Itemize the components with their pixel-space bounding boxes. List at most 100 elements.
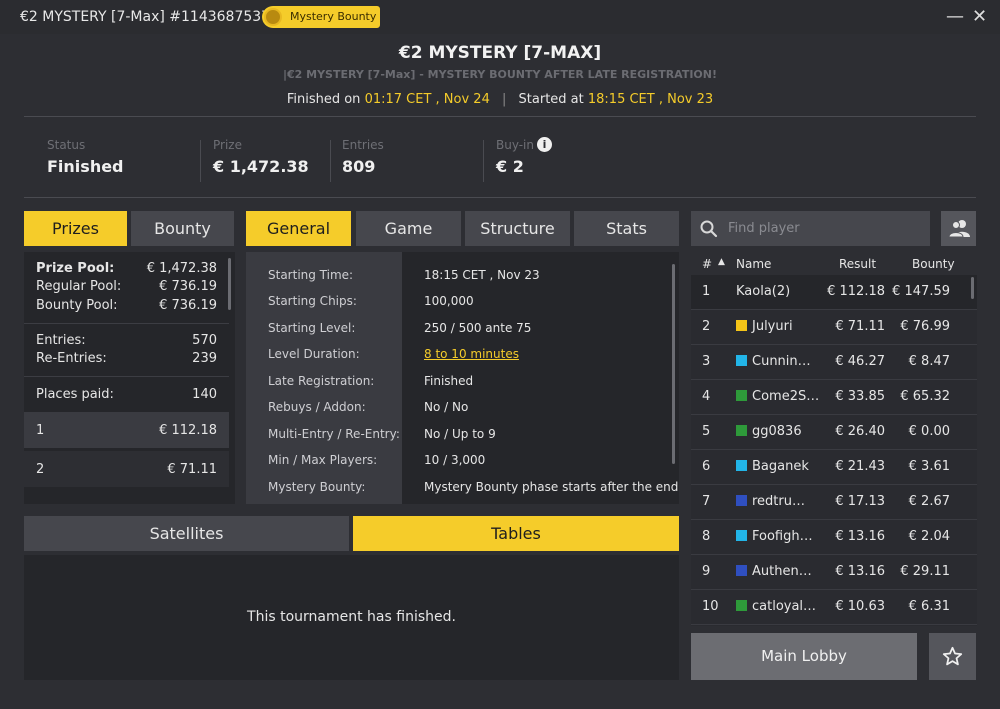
main-lobby-button[interactable]: Main Lobby	[691, 633, 917, 680]
find-player-search[interactable]: Find player	[691, 211, 930, 246]
started-value: 18:15 CET , Nov 23	[587, 92, 714, 107]
player-rank: 3	[702, 354, 711, 369]
divider	[24, 323, 229, 324]
tables-panel: This tournament has finished.	[24, 555, 679, 680]
player-name: redtru…	[752, 494, 805, 509]
places-paid-row: Places paid: 140	[36, 387, 217, 402]
general-label: Min / Max Players:	[268, 453, 378, 467]
player-row[interactable]: 4 Come2S… € 33.85 € 65.32	[691, 380, 977, 415]
player-row[interactable]: 1 Kaola(2) € 112.18 € 147.59	[691, 275, 977, 310]
tab-tables[interactable]: Tables	[353, 516, 679, 551]
player-rank: 9	[702, 564, 711, 579]
bounty-pool-label: Bounty Pool:	[36, 298, 118, 313]
places-paid-label: Places paid:	[36, 387, 114, 402]
entries-value: 809	[342, 157, 376, 176]
search-icon	[700, 220, 718, 238]
general-value: 10 / 3,000	[424, 453, 486, 467]
reentries-label: Re-Entries:	[36, 351, 107, 366]
sort-asc-icon[interactable]: ▲	[718, 257, 725, 267]
favorite-button[interactable]	[929, 633, 976, 680]
result-header[interactable]: Result	[839, 257, 876, 271]
tab-prizes[interactable]: Prizes	[24, 211, 127, 246]
tab-game[interactable]: Game	[356, 211, 461, 246]
info-icon[interactable]: i	[537, 137, 552, 152]
player-bounty: € 29.11	[900, 564, 950, 579]
prize-pool-row: Prize Pool: € 1,472.38	[36, 261, 217, 276]
bounty-header[interactable]: Bounty	[912, 257, 955, 271]
general-label: Starting Level:	[268, 321, 356, 335]
close-button[interactable]: ✕	[972, 6, 987, 27]
player-row[interactable]: 2 Julyuri € 71.11 € 76.99	[691, 310, 977, 345]
finished-message: This tournament has finished.	[247, 609, 456, 625]
dates-separator: |	[502, 92, 507, 107]
player-name: Kaola(2)	[736, 284, 791, 299]
stat-divider	[330, 140, 331, 182]
tab-bounty[interactable]: Bounty	[131, 211, 234, 246]
player-bounty: € 65.32	[900, 389, 950, 404]
player-color-tag	[736, 355, 747, 366]
player-row[interactable]: 3 Cunnin… € 46.27 € 8.47	[691, 345, 977, 380]
players-button[interactable]	[941, 211, 976, 246]
general-scrollbar[interactable]	[672, 264, 675, 464]
regular-pool-label: Regular Pool:	[36, 279, 122, 294]
tab-satellites[interactable]: Satellites	[24, 516, 349, 551]
tournament-dates: Finished on 01:17 CET , Nov 24 | Started…	[0, 92, 1000, 107]
player-table-body: 1 Kaola(2) € 112.18 € 147.59 2 Julyuri €…	[691, 275, 977, 626]
minimize-button[interactable]: —	[946, 6, 964, 27]
general-value: 100,000	[424, 294, 474, 308]
prize-pool-value: € 1,472.38	[146, 261, 217, 276]
prize-pool-label: Prize Pool:	[36, 261, 115, 276]
general-value: No / No	[424, 400, 469, 414]
player-rank: 5	[702, 424, 711, 439]
player-rank: 2	[702, 319, 711, 334]
player-result: € 71.11	[835, 319, 885, 334]
general-value: No / Up to 9	[424, 427, 496, 441]
player-bounty: € 6.31	[908, 599, 950, 614]
player-row[interactable]: 5 gg0836 € 26.40 € 0.00	[691, 415, 977, 450]
general-value: Finished	[424, 374, 474, 388]
player-color-tag	[736, 530, 747, 541]
tab-stats[interactable]: Stats	[574, 211, 679, 246]
player-bounty: € 76.99	[900, 319, 950, 334]
general-label: Rebuys / Addon:	[268, 400, 366, 414]
player-row[interactable]: 6 Baganek € 21.43 € 3.61	[691, 450, 977, 485]
window-title: €2 MYSTERY [7-Max] #1143687537	[20, 9, 271, 25]
title-bar: €2 MYSTERY [7-Max] #1143687537 Mystery B…	[0, 0, 1000, 34]
player-table-header: # ▲ Name Result Bounty	[691, 253, 977, 275]
general-label: Multi-Entry / Re-Entry:	[268, 427, 400, 441]
tab-structure[interactable]: Structure	[465, 211, 570, 246]
player-rank: 6	[702, 459, 711, 474]
general-label: Mystery Bounty:	[268, 480, 366, 494]
places-paid-value: 140	[192, 387, 217, 402]
rank-header[interactable]: #	[702, 257, 712, 271]
player-result: € 112.18	[827, 284, 885, 299]
player-row[interactable]: 9 Authen… € 13.16 € 29.11	[691, 555, 977, 590]
player-color-tag	[736, 600, 747, 611]
tab-general[interactable]: General	[246, 211, 351, 246]
name-header[interactable]: Name	[736, 257, 771, 271]
search-placeholder: Find player	[728, 221, 800, 236]
player-row[interactable]: 8 Foofigh… € 13.16 € 2.04	[691, 520, 977, 555]
stat-divider	[200, 140, 201, 182]
tournament-title: €2 MYSTERY [7-MAX]	[398, 43, 602, 63]
buyin-label: Buy-in	[496, 138, 534, 152]
player-name: Baganek	[752, 459, 809, 474]
player-row[interactable]: 10 catloyal… € 10.63 € 6.31	[691, 590, 977, 625]
prizes-scrollbar[interactable]	[228, 258, 231, 310]
player-name: catloyal…	[752, 599, 817, 614]
player-bounty: € 147.59	[892, 284, 950, 299]
player-row[interactable]: 7 redtru… € 17.13 € 2.67	[691, 485, 977, 520]
player-result: € 10.63	[835, 599, 885, 614]
badge-label: Mystery Bounty	[290, 10, 377, 23]
level-duration-link[interactable]: 8 to 10 minutes	[424, 347, 519, 361]
place-amount: € 112.18	[159, 422, 217, 438]
started-label: Started at	[518, 92, 584, 107]
stat-divider	[483, 140, 484, 182]
finished-value: 01:17 CET , Nov 24	[364, 92, 490, 107]
player-rank: 4	[702, 389, 711, 404]
player-table-scrollbar[interactable]	[971, 277, 974, 299]
regular-pool-row: Regular Pool: € 736.19	[36, 279, 217, 294]
player-color-tag	[736, 565, 747, 576]
player-rank: 8	[702, 529, 711, 544]
prize-label: Prize	[213, 138, 242, 152]
